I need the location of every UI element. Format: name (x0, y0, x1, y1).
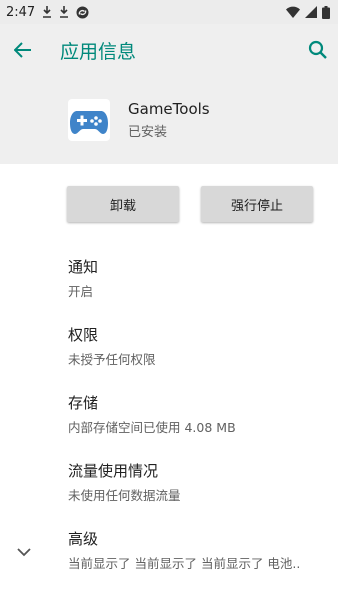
back-arrow-icon[interactable] (14, 42, 32, 58)
app-install-status: 已安装 (128, 125, 168, 140)
sync-off-icon (76, 6, 89, 18)
page-title: 应用信息 (60, 40, 137, 63)
status-time: 2:47 (6, 4, 36, 20)
list-item-data-usage[interactable]: 流量使用情况 未使用任何数据流量 (0, 448, 338, 516)
item-subtitle: 当前显示了 当前显示了 当前显示了 电池.. (68, 556, 301, 571)
download-icon (60, 6, 69, 18)
search-icon[interactable] (308, 40, 328, 60)
gamepad-icon (70, 111, 108, 134)
download-icon (43, 6, 52, 18)
force-stop-button[interactable]: 强行停止 (201, 186, 313, 222)
app-header: GameTools 已安装 (0, 76, 338, 164)
item-subtitle: 未使用任何数据流量 (68, 488, 181, 503)
uninstall-button[interactable]: 卸载 (67, 186, 179, 222)
app-name: GameTools (128, 100, 210, 118)
item-subtitle: 未授予任何权限 (68, 352, 156, 367)
app-bar: 应用信息 (0, 24, 338, 76)
list-item-notifications[interactable]: 通知 开启 (0, 244, 338, 312)
item-subtitle: 开启 (68, 284, 94, 299)
list-item-storage[interactable]: 存储 内部存储空间已使用 4.08 MB (0, 380, 338, 448)
item-title: 通知 (68, 258, 99, 276)
settings-list: 通知 开启 权限 未授予任何权限 存储 内部存储空间已使用 4.08 MB 流量… (0, 244, 338, 584)
item-title: 存储 (68, 394, 99, 412)
status-bar: 2:47 (0, 0, 338, 24)
action-buttons: 卸载 强行停止 (0, 164, 338, 244)
app-icon (68, 99, 110, 141)
item-title: 权限 (68, 326, 99, 344)
app-info: GameTools 已安装 (128, 100, 210, 140)
list-item-advanced[interactable]: 高级 当前显示了 当前显示了 当前显示了 电池.. (0, 516, 338, 584)
wifi-icon (286, 6, 300, 18)
battery-icon (322, 5, 330, 19)
item-subtitle: 内部存储空间已使用 4.08 MB (68, 420, 236, 435)
chevron-down-icon (17, 548, 31, 557)
item-title: 高级 (68, 530, 99, 548)
list-item-permissions[interactable]: 权限 未授予任何权限 (0, 312, 338, 380)
item-title: 流量使用情况 (68, 462, 159, 480)
signal-icon (305, 6, 317, 18)
